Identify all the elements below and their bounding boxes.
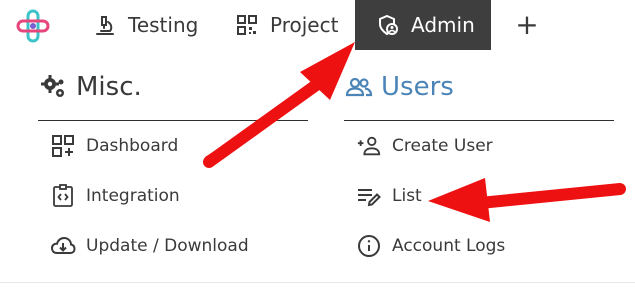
top-nav-bar: Testing Project Admin +	[0, 0, 635, 50]
section-title: Users	[381, 72, 454, 102]
section-title: Misc.	[76, 72, 142, 102]
menu-link-integration[interactable]: Integration	[50, 181, 180, 211]
gears-icon	[40, 73, 68, 101]
dashboard-icon	[50, 133, 76, 159]
nav-tab-testing[interactable]: Testing	[94, 0, 198, 50]
menu-link-label: Update / Download	[86, 236, 249, 256]
menu-link-update-download[interactable]: Update / Download	[50, 231, 249, 261]
admin-shield-icon	[377, 14, 399, 36]
nav-tab-admin[interactable]: Admin	[355, 0, 491, 50]
nav-tab-label: Testing	[128, 13, 199, 37]
users-section-heading: Users	[345, 72, 454, 102]
menu-link-label: Create User	[392, 136, 493, 156]
menu-link-label: Dashboard	[86, 136, 179, 156]
add-user-icon	[356, 133, 382, 159]
menu-link-label: Account Logs	[392, 236, 506, 256]
microscope-icon	[94, 14, 116, 36]
plus-icon: +	[515, 8, 539, 41]
menu-link-create-user[interactable]: Create User	[356, 131, 493, 161]
qr-code-icon	[236, 14, 258, 36]
add-tab-button[interactable]: +	[514, 0, 540, 50]
app-logo-icon[interactable]	[16, 9, 50, 43]
nav-tab-project[interactable]: Project	[236, 0, 338, 50]
nav-tab-label: Admin	[411, 13, 475, 37]
users-group-icon	[345, 73, 373, 101]
section-rule	[344, 120, 614, 121]
menu-link-list[interactable]: List	[356, 181, 422, 211]
menu-link-account-logs[interactable]: Account Logs	[356, 231, 505, 261]
menu-link-label: Integration	[86, 186, 180, 206]
section-rule	[38, 120, 308, 121]
integration-icon	[50, 183, 76, 209]
panel-divider	[0, 282, 635, 283]
menu-link-dashboard[interactable]: Dashboard	[50, 131, 178, 161]
cloud-download-icon	[50, 233, 76, 259]
list-edit-icon	[356, 183, 382, 209]
nav-tab-label: Project	[270, 13, 339, 37]
misc-section-heading: Misc.	[40, 72, 142, 102]
info-icon	[356, 233, 382, 259]
menu-link-label: List	[392, 186, 422, 206]
